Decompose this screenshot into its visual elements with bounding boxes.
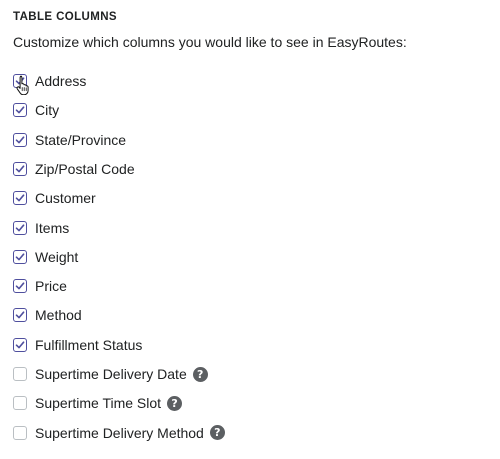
column-option[interactable]: Zip/Postal Code bbox=[13, 156, 135, 182]
check-icon bbox=[15, 165, 25, 173]
column-option[interactable]: State/Province bbox=[13, 127, 126, 153]
column-option[interactable]: Supertime Delivery Method? bbox=[13, 420, 225, 446]
column-option[interactable]: Supertime Delivery Date? bbox=[13, 361, 208, 387]
checkbox-checked[interactable] bbox=[13, 220, 27, 235]
column-option[interactable]: Method bbox=[13, 302, 82, 328]
column-option-label: Fulfillment Status bbox=[35, 336, 143, 353]
help-icon[interactable]: ? bbox=[209, 425, 225, 441]
column-option-label: Zip/Postal Code bbox=[35, 160, 135, 177]
column-option[interactable]: Items bbox=[13, 215, 69, 241]
column-option-label: Customer bbox=[35, 190, 96, 207]
column-option-label: Supertime Delivery Date bbox=[35, 366, 187, 382]
checkbox-checked[interactable] bbox=[13, 249, 27, 264]
checkbox-checked[interactable] bbox=[13, 161, 27, 176]
check-icon bbox=[15, 282, 25, 290]
check-icon bbox=[15, 341, 25, 349]
checkbox-checked[interactable] bbox=[13, 308, 27, 323]
checkbox-checked[interactable] bbox=[13, 191, 27, 206]
column-option[interactable]: Price bbox=[13, 273, 67, 299]
column-option-label: Items bbox=[35, 219, 70, 236]
column-option[interactable]: City bbox=[13, 97, 59, 123]
checkbox-unchecked[interactable] bbox=[13, 396, 27, 411]
column-option[interactable]: Fulfillment Status bbox=[13, 332, 142, 358]
column-option-label: State/Province bbox=[35, 131, 127, 148]
checkbox-checked[interactable] bbox=[13, 132, 27, 147]
column-option-label: Method bbox=[35, 307, 82, 324]
checkbox-checked[interactable] bbox=[13, 103, 27, 118]
column-option[interactable]: Customer bbox=[13, 185, 96, 211]
help-icon[interactable]: ? bbox=[192, 366, 208, 382]
check-icon bbox=[15, 77, 25, 85]
column-option-label: Supertime Time Slot bbox=[35, 395, 162, 412]
checkbox-checked[interactable] bbox=[13, 279, 27, 294]
column-option-label: City bbox=[35, 102, 60, 119]
help-icon[interactable]: ? bbox=[167, 395, 183, 411]
check-icon bbox=[15, 223, 25, 231]
check-icon bbox=[15, 311, 25, 319]
column-option[interactable]: Weight bbox=[13, 244, 78, 270]
column-option[interactable]: Supertime Time Slot? bbox=[13, 390, 183, 416]
section-title: TABLE COLUMNS bbox=[13, 11, 118, 23]
column-option-label: Supertime Delivery Method bbox=[35, 424, 204, 441]
checkbox-checked[interactable] bbox=[13, 337, 27, 352]
checkbox-checked[interactable] bbox=[13, 74, 27, 88]
checkbox-unchecked[interactable] bbox=[13, 367, 27, 381]
check-icon bbox=[15, 135, 25, 143]
column-option-label: Address bbox=[35, 73, 87, 89]
column-option[interactable]: Address bbox=[13, 68, 86, 94]
check-icon bbox=[15, 194, 25, 202]
column-option-label: Weight bbox=[35, 248, 79, 265]
column-option-label: Price bbox=[35, 278, 67, 295]
check-icon bbox=[15, 253, 25, 261]
checkbox-unchecked[interactable] bbox=[13, 425, 27, 440]
section-description: Customize which columns you would like t… bbox=[13, 34, 407, 50]
check-icon bbox=[15, 106, 25, 114]
